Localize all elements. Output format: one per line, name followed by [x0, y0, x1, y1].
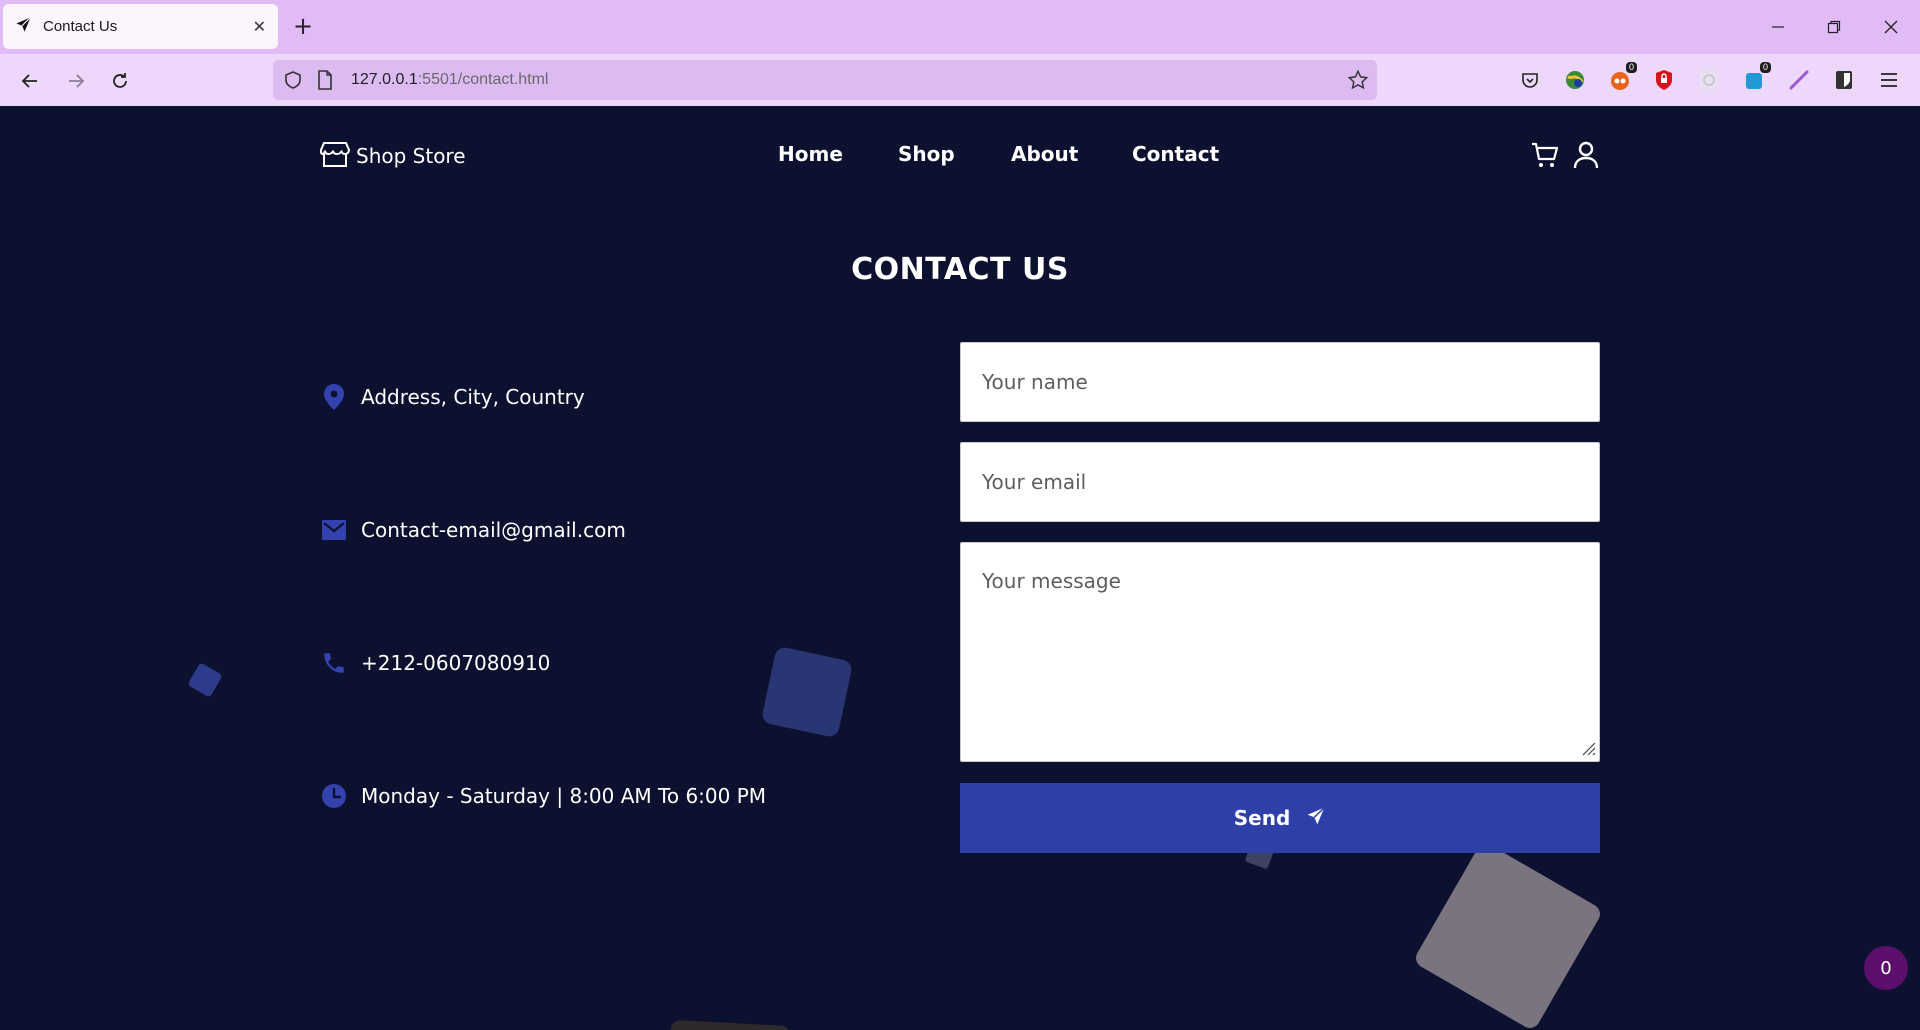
store-icon [319, 140, 351, 172]
url-path: :5501/contact.html [417, 71, 549, 88]
gray-extension-icon[interactable] [1696, 67, 1722, 93]
url-host: 127.0.0.1 [351, 71, 418, 88]
hamburger-menu-icon[interactable] [1876, 67, 1902, 93]
forward-arrow-icon[interactable] [62, 67, 90, 95]
tab-close-icon[interactable]: ✕ [253, 17, 266, 36]
logo[interactable]: Shop Store [319, 140, 466, 172]
decorative-square [669, 1019, 791, 1030]
hours-text: Monday - Saturday | 8:00 AM To 6:00 PM [361, 784, 767, 808]
send-button[interactable]: Send [960, 783, 1600, 853]
info-hours: Monday - Saturday | 8:00 AM To 6:00 PM [320, 782, 766, 810]
location-pin-icon [320, 383, 348, 411]
info-address: Address, City, Country [320, 383, 585, 411]
ublock-icon[interactable] [1651, 67, 1677, 93]
email-input[interactable] [960, 442, 1600, 522]
envelope-icon [320, 516, 348, 544]
browser-tab-bar: Contact Us ✕ + [0, 0, 1920, 54]
tampermonkey-icon[interactable]: 0 [1607, 62, 1637, 93]
user-icon[interactable] [1571, 140, 1601, 170]
pen-extension-icon[interactable] [1786, 67, 1812, 93]
phone-icon [320, 649, 348, 677]
reload-icon[interactable] [106, 67, 134, 95]
info-phone: +212-0607080910 [320, 649, 550, 677]
email-text: Contact-email@gmail.com [361, 518, 626, 542]
bitwarden-icon[interactable] [1831, 67, 1857, 93]
send-label: Send [1233, 806, 1291, 830]
counter-badge[interactable]: 0 [1864, 946, 1908, 990]
shield-icon [283, 70, 303, 94]
url-text: 127.0.0.1:5501/contact.html [351, 71, 548, 89]
clock-icon [320, 782, 348, 810]
resize-grip-icon[interactable] [1580, 740, 1596, 756]
name-input[interactable] [960, 342, 1600, 422]
browser-tab-contact[interactable]: Contact Us ✕ [3, 4, 278, 49]
page-title: CONTACT US [851, 252, 1069, 287]
info-email: Contact-email@gmail.com [320, 516, 626, 544]
tab-title: Contact Us [43, 18, 118, 35]
decorative-square [760, 645, 854, 739]
paper-plane-icon [15, 16, 32, 37]
page-icon [317, 70, 333, 94]
browser-nav-bar: 127.0.0.1:5501/contact.html 0 0 [0, 54, 1920, 106]
nav-link-shop[interactable]: Shop [898, 142, 955, 166]
extension-badge: 0 [1625, 62, 1637, 73]
logo-text: Shop Store [356, 144, 466, 168]
phone-text: +212-0607080910 [361, 651, 551, 675]
paper-plane-icon [1306, 806, 1326, 831]
earth-extension-icon[interactable] [1562, 67, 1588, 93]
nav-link-about[interactable]: About [1011, 142, 1078, 166]
close-window-icon[interactable] [1878, 14, 1904, 40]
nav-link-contact[interactable]: Contact [1132, 142, 1219, 166]
back-arrow-icon[interactable] [16, 67, 44, 95]
new-tab-button[interactable]: + [293, 13, 313, 39]
address-text: Address, City, Country [361, 385, 585, 409]
blue-extension-icon[interactable]: 0 [1741, 62, 1771, 93]
pocket-icon[interactable] [1517, 67, 1543, 93]
nav-link-home[interactable]: Home [778, 142, 843, 166]
extension-badge: 0 [1759, 62, 1771, 73]
decorative-square [187, 662, 223, 698]
address-bar[interactable]: 127.0.0.1:5501/contact.html [273, 60, 1377, 100]
cart-icon[interactable] [1530, 140, 1560, 170]
star-icon[interactable] [1347, 69, 1369, 95]
decorative-square [1412, 840, 1604, 1030]
minimize-icon[interactable] [1765, 14, 1791, 40]
contact-page: Shop Store Home Shop About Contact CONTA… [0, 106, 1920, 1030]
restore-icon[interactable] [1821, 14, 1847, 40]
message-textarea[interactable] [960, 542, 1600, 762]
